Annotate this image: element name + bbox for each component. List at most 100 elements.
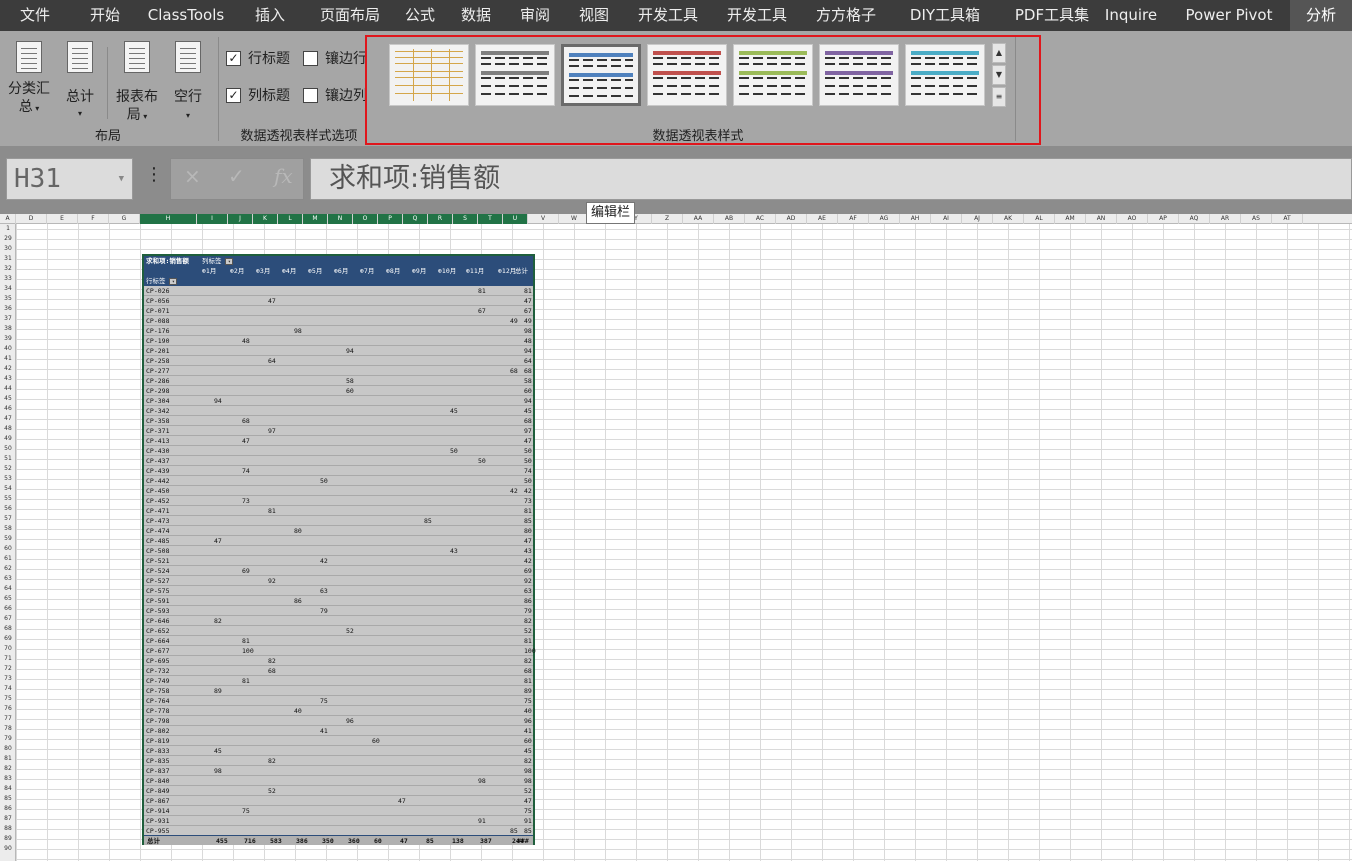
pivot-row[interactable]: CP-473 85 85 — [144, 516, 533, 526]
row-header-37[interactable]: 37 — [0, 314, 16, 324]
row-header-61[interactable]: 61 — [0, 554, 16, 564]
column-header-P[interactable]: P — [378, 214, 403, 224]
pivot-row[interactable]: CP-833 45 45 — [144, 746, 533, 756]
chevron-down-icon[interactable]: ▼ — [119, 159, 124, 199]
row-header-1[interactable]: 1 — [0, 224, 16, 234]
row-header-36[interactable]: 36 — [0, 304, 16, 314]
tab-6[interactable]: 数据 — [445, 0, 507, 31]
pivot-row[interactable]: CP-358 68 68 — [144, 416, 533, 426]
pivot-row[interactable]: CP-430 50 50 — [144, 446, 533, 456]
column-header-J[interactable]: J — [228, 214, 253, 224]
row-header-82[interactable]: 82 — [0, 764, 16, 774]
column-header-V[interactable]: V — [528, 214, 559, 224]
row-header-30[interactable]: 30 — [0, 244, 16, 254]
pivot-month-header[interactable]: ⊕7月 — [360, 266, 374, 276]
column-header-AL[interactable]: AL — [1024, 214, 1055, 224]
row-header-40[interactable]: 40 — [0, 344, 16, 354]
enter-icon[interactable]: ✓ — [228, 164, 245, 188]
pivot-row[interactable]: CP-071 67 67 — [144, 306, 533, 316]
row-header-34[interactable]: 34 — [0, 284, 16, 294]
row-header-38[interactable]: 38 — [0, 324, 16, 334]
column-header-K[interactable]: K — [253, 214, 278, 224]
pivot-row[interactable]: CP-471 81 81 — [144, 506, 533, 516]
row-header-70[interactable]: 70 — [0, 644, 16, 654]
row-header-42[interactable]: 42 — [0, 364, 16, 374]
row-header-52[interactable]: 52 — [0, 464, 16, 474]
pivot-row[interactable]: CP-439 74 74 — [144, 466, 533, 476]
pivot-row[interactable]: CP-695 82 82 — [144, 656, 533, 666]
filter-dropdown-icon[interactable]: ▾ — [169, 277, 178, 285]
column-header-O[interactable]: O — [353, 214, 378, 224]
row-header-77[interactable]: 77 — [0, 714, 16, 724]
row-header-31[interactable]: 31 — [0, 254, 16, 264]
pivot-row[interactable]: CP-190 48 48 — [144, 336, 533, 346]
column-header-G[interactable]: G — [109, 214, 140, 224]
column-header-AP[interactable]: AP — [1148, 214, 1179, 224]
column-header-I[interactable]: I — [197, 214, 228, 224]
column-header-Z[interactable]: Z — [652, 214, 683, 224]
pivot-month-header[interactable]: ⊕5月 — [308, 266, 322, 276]
column-header-AK[interactable]: AK — [993, 214, 1024, 224]
subtotals-button[interactable]: 分类汇 总 ▾ — [4, 39, 54, 119]
row-header-29[interactable]: 29 — [0, 234, 16, 244]
formula-input[interactable]: 求和项:销售额 — [310, 158, 1352, 200]
pivot-month-header[interactable]: ⊕6月 — [334, 266, 348, 276]
tab-2[interactable]: ClassTools — [133, 0, 239, 31]
pivot-row[interactable]: CP-527 92 92 — [144, 576, 533, 586]
row-header-54[interactable]: 54 — [0, 484, 16, 494]
row-header-48[interactable]: 48 — [0, 424, 16, 434]
row-header-90[interactable]: 90 — [0, 844, 16, 854]
row-header-81[interactable]: 81 — [0, 754, 16, 764]
pivot-row[interactable]: CP-749 81 81 — [144, 676, 533, 686]
row-header-85[interactable]: 85 — [0, 794, 16, 804]
row-header-86[interactable]: 86 — [0, 804, 16, 814]
pivot-row[interactable]: CP-508 43 43 — [144, 546, 533, 556]
row-header-69[interactable]: 69 — [0, 634, 16, 644]
column-header-AA[interactable]: AA — [683, 214, 714, 224]
column-header-AJ[interactable]: AJ — [962, 214, 993, 224]
pivot-month-header[interactable]: ⊕10月 — [438, 266, 456, 276]
cancel-icon[interactable]: × — [184, 164, 201, 188]
column-header-H[interactable]: H — [140, 214, 197, 224]
banded-rows-checkbox[interactable]: 镶边行 — [303, 50, 373, 68]
row-header-39[interactable]: 39 — [0, 334, 16, 344]
column-header-AE[interactable]: AE — [807, 214, 838, 224]
pivot-row[interactable]: CP-867 47 47 — [144, 796, 533, 806]
row-header-41[interactable]: 41 — [0, 354, 16, 364]
tab-7[interactable]: 审阅 — [505, 0, 565, 31]
pivot-row[interactable]: CP-286 58 58 — [144, 376, 533, 386]
row-header-63[interactable]: 63 — [0, 574, 16, 584]
row-header-89[interactable]: 89 — [0, 834, 16, 844]
pivot-row[interactable]: CP-840 98 98 — [144, 776, 533, 786]
pivot-month-header[interactable]: ⊕1月 — [202, 266, 216, 276]
row-header-73[interactable]: 73 — [0, 674, 16, 684]
blank-rows-button[interactable]: 空行 ▾ — [166, 39, 210, 120]
pivot-row[interactable]: CP-176 98 98 — [144, 326, 533, 336]
tab-4[interactable]: 页面布局 — [300, 0, 400, 31]
pivot-row[interactable]: CP-524 69 69 — [144, 566, 533, 576]
pivot-month-header[interactable]: ⊕2月 — [230, 266, 244, 276]
pivot-month-header[interactable]: ⊕12月 — [498, 266, 516, 276]
row-header-67[interactable]: 67 — [0, 614, 16, 624]
row-header-60[interactable]: 60 — [0, 544, 16, 554]
row-header-47[interactable]: 47 — [0, 414, 16, 424]
tab-16[interactable]: 分析 — [1290, 0, 1352, 31]
column-header-AF[interactable]: AF — [838, 214, 869, 224]
column-header-M[interactable]: M — [303, 214, 328, 224]
row-header-59[interactable]: 59 — [0, 534, 16, 544]
pivot-row[interactable]: CP-652 52 52 — [144, 626, 533, 636]
pivot-row[interactable]: CP-485 47 47 — [144, 536, 533, 546]
pivot-month-header[interactable]: ⊕3月 — [256, 266, 270, 276]
tab-9[interactable]: 开发工具 — [622, 0, 714, 31]
tab-0[interactable]: 文件 — [0, 0, 70, 31]
tab-11[interactable]: 方方格子 — [803, 0, 889, 31]
pivot-month-header[interactable]: ⊕11月 — [466, 266, 484, 276]
row-header-53[interactable]: 53 — [0, 474, 16, 484]
grand-totals-button[interactable]: 总计 ▾ — [58, 39, 102, 119]
tab-10[interactable]: 开发工具 — [714, 0, 800, 31]
pivot-month-header[interactable]: ⊕8月 — [386, 266, 400, 276]
pivot-month-header[interactable]: ⊕9月 — [412, 266, 426, 276]
pivot-row[interactable]: CP-591 86 86 — [144, 596, 533, 606]
pivot-row[interactable]: CP-758 89 89 — [144, 686, 533, 696]
row-header-64[interactable]: 64 — [0, 584, 16, 594]
